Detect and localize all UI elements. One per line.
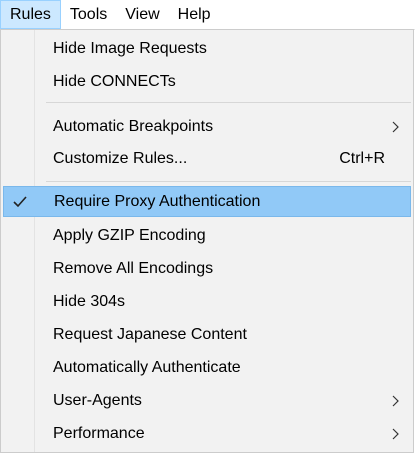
- menu-item-request-japanese-content[interactable]: Request Japanese Content: [3, 319, 411, 350]
- menu-item-label: Performance: [53, 424, 145, 442]
- menu-item-require-proxy-authentication[interactable]: Require Proxy Authentication: [3, 186, 411, 217]
- menu-separator: [46, 102, 411, 103]
- menu-item-apply-gzip-encoding[interactable]: Apply GZIP Encoding: [3, 220, 411, 251]
- menu-item-label: Remove All Encodings: [53, 259, 214, 277]
- menu-item-performance[interactable]: Performance: [3, 418, 411, 449]
- menu-item-label: Apply GZIP Encoding: [53, 226, 206, 244]
- menu-item-user-agents[interactable]: User-Agents: [3, 385, 411, 416]
- menu-item-label: Request Japanese Content: [53, 325, 247, 343]
- menu-item-label: Require Proxy Authentication: [54, 192, 261, 210]
- menu-tools[interactable]: Tools: [61, 0, 116, 29]
- menu-separator: [46, 181, 411, 182]
- rules-dropdown-menu: Hide Image Requests Hide CONNECTs Automa…: [0, 29, 414, 453]
- shortcut-label: Ctrl+R: [339, 149, 385, 167]
- chevron-right-icon: [389, 119, 401, 135]
- menu-item-hide-connects[interactable]: Hide CONNECTs: [3, 66, 411, 97]
- menu-item-hide-304s[interactable]: Hide 304s: [3, 286, 411, 317]
- menu-item-label: Automatic Breakpoints: [53, 117, 214, 135]
- menu-rules[interactable]: Rules: [0, 0, 61, 29]
- checkmark-icon: [10, 192, 30, 212]
- menu-item-label: Hide Image Requests: [53, 39, 207, 57]
- menu-item-hide-image-requests[interactable]: Hide Image Requests: [3, 33, 411, 64]
- chevron-right-icon: [389, 393, 401, 409]
- menu-item-customize-rules[interactable]: Customize Rules... Ctrl+R: [3, 143, 411, 174]
- menu-item-automatic-breakpoints[interactable]: Automatic Breakpoints: [3, 111, 411, 142]
- menu-view[interactable]: View: [116, 0, 168, 29]
- menu-item-label: User-Agents: [53, 391, 142, 409]
- menu-bar: Rules Tools View Help: [0, 0, 415, 30]
- menu-item-label: Hide 304s: [53, 292, 126, 310]
- menu-item-label: Automatically Authenticate: [53, 358, 241, 376]
- menu-item-automatically-authenticate[interactable]: Automatically Authenticate: [3, 352, 411, 383]
- menu-help[interactable]: Help: [169, 0, 220, 29]
- menu-item-remove-all-encodings[interactable]: Remove All Encodings: [3, 253, 411, 284]
- chevron-right-icon: [389, 426, 401, 442]
- menu-item-label: Hide CONNECTs: [53, 72, 176, 90]
- menu-item-label: Customize Rules...: [53, 149, 188, 167]
